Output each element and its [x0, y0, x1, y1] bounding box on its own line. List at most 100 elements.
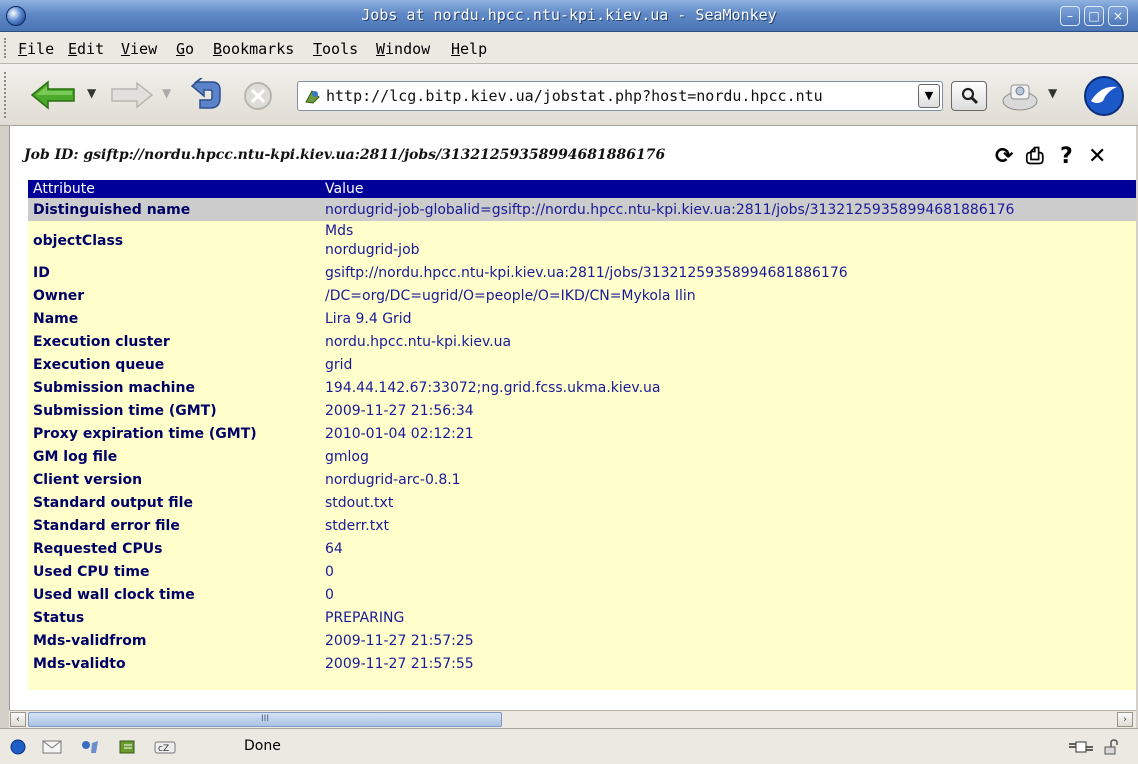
window-title: Jobs at nordu.hpcc.ntu-kpi.kiev.ua - Sea…	[361, 6, 777, 24]
job-attributes-table: Attribute Value Distinguished name nordu…	[28, 180, 1136, 690]
attribute-cell: GM log file	[33, 448, 118, 465]
attribute-cell: Mds-validto	[33, 655, 126, 672]
table-row: Distinguished name nordugrid-job-globali…	[28, 198, 1136, 221]
table-row: Standard error file stderr.txt	[28, 514, 1136, 537]
table-row: Mds-validto 2009-11-27 21:57:55	[28, 652, 1136, 675]
forward-dropdown-icon[interactable]: ▼	[162, 86, 171, 100]
table-header-row: Attribute Value	[28, 180, 1136, 198]
value-cell: 2009-11-27 21:56:34	[325, 402, 474, 419]
close-window-button[interactable]: ×	[1108, 6, 1128, 26]
minimize-button[interactable]: –	[1060, 6, 1080, 26]
print-dropdown-icon[interactable]: ▼	[1048, 86, 1057, 100]
back-arrow-icon[interactable]	[30, 80, 76, 110]
title-bar: Jobs at nordu.hpcc.ntu-kpi.kiev.ua - Sea…	[0, 0, 1138, 32]
menu-help[interactable]: Help	[451, 40, 487, 58]
table-row: Execution cluster nordu.hpcc.ntu-kpi.kiev…	[28, 330, 1136, 353]
help-icon[interactable]: ?	[1060, 145, 1073, 169]
seamonkey-throbber-icon[interactable]	[1083, 75, 1125, 117]
table-row: objectClass Mds nordugrid-job	[28, 221, 1136, 261]
value-cell: 0	[325, 586, 334, 603]
menu-bookmarks[interactable]: Bookmarks	[213, 40, 294, 58]
svg-text:cZ: cZ	[158, 744, 169, 754]
page-content: Job ID: gsiftp://nordu.hpcc.ntu-kpi.kiev…	[9, 126, 1136, 710]
table-row: Owner/DC=org/DC=ugrid/O=people/O=IKD/CN=…	[28, 284, 1136, 307]
table-row: Execution queue grid	[28, 353, 1136, 376]
attribute-cell: Name	[33, 310, 79, 327]
refresh-icon[interactable]: ⟳	[995, 145, 1013, 169]
print-mail-icon[interactable]	[1000, 79, 1040, 113]
attribute-cell: Used CPU time	[33, 563, 150, 580]
value-cell: PREPARING	[325, 609, 405, 626]
close-icon[interactable]: ✕	[1088, 145, 1106, 169]
table-row: Requested CPUs 64	[28, 537, 1136, 560]
irc-chat-icon[interactable]: cZ	[154, 739, 176, 755]
horizontal-scrollbar[interactable]: ‹ III ›	[9, 710, 1136, 728]
value-line: Mds	[325, 223, 354, 239]
job-id-heading: Job ID: gsiftp://nordu.hpcc.ntu-kpi.kiev…	[24, 147, 666, 163]
search-button[interactable]	[951, 81, 987, 111]
scroll-right-button[interactable]: ›	[1117, 712, 1133, 727]
attribute-cell: Submission time (GMT)	[33, 402, 217, 419]
stop-icon[interactable]	[243, 81, 273, 111]
value-cell: 194.44.142.67:33072;ng.grid.fcss.ukma.ki…	[325, 379, 661, 396]
attribute-cell: Requested CPUs	[33, 540, 163, 557]
table-row: Submission time (GMT) 2009-11-27 21:56:34	[28, 399, 1136, 422]
composer-icon[interactable]	[118, 739, 138, 755]
value-line: nordugrid-job	[325, 242, 420, 258]
table-row: Used wall clock time 0	[28, 583, 1136, 606]
attribute-cell: Distinguished name	[28, 198, 320, 221]
online-status-icon[interactable]	[1068, 739, 1094, 755]
url-history-dropdown-icon[interactable]: ▼	[918, 84, 940, 108]
menu-file[interactable]: File	[18, 40, 54, 58]
table-row: ID gsiftp://nordu.hpcc.ntu-kpi.kiev.ua:28…	[28, 261, 1136, 284]
menu-edit[interactable]: Edit	[68, 40, 104, 58]
print-icon[interactable]: ⎙	[1026, 145, 1044, 169]
back-dropdown-icon[interactable]: ▼	[87, 86, 96, 100]
table-row: Used CPU time 0	[28, 560, 1136, 583]
column-header-value: Value	[320, 180, 1136, 198]
toolbar-grip[interactable]	[4, 72, 10, 118]
site-favicon-icon	[305, 90, 320, 104]
table-row: Proxy expiration time (GMT) 2010-01-04 02…	[28, 422, 1136, 445]
value-cell: nordugrid-job-globalid=gsiftp://nordu.hp…	[320, 198, 1136, 221]
scrollbar-thumb[interactable]: III	[28, 712, 502, 727]
value-cell: gsiftp://nordu.hpcc.ntu-kpi.kiev.ua:2811…	[325, 264, 848, 281]
value-cell: /DC=org/DC=ugrid/O=people/O=IKD/CN=Mykol…	[325, 287, 696, 304]
reload-icon[interactable]	[188, 78, 224, 112]
browser-icon[interactable]	[10, 739, 26, 755]
security-lock-icon[interactable]	[1103, 739, 1119, 755]
scroll-left-button[interactable]: ‹	[10, 712, 26, 727]
value-cell: nordu.hpcc.ntu-kpi.kiev.ua	[325, 333, 512, 350]
value-cell: 2010-01-04 02:12:21	[325, 425, 474, 442]
table-row: Submission machine 194.44.142.67:33072;ng…	[28, 376, 1136, 399]
value-cell: stdout.txt	[325, 494, 394, 511]
column-header-attribute: Attribute	[28, 180, 320, 198]
url-bar[interactable]: http://lcg.bitp.kiev.ua/jobstat.php?host…	[297, 81, 943, 111]
value-cell: 0	[325, 563, 334, 580]
forward-arrow-icon[interactable]	[110, 81, 154, 109]
status-bar: cZ Done	[0, 728, 1138, 764]
attribute-cell: Mds-validfrom	[33, 632, 147, 649]
table-row: Mds-validfrom 2009-11-27 21:57:25	[28, 629, 1136, 652]
menu-go[interactable]: Go	[176, 40, 194, 58]
table-row: Name Lira 9.4 Grid	[28, 307, 1136, 330]
navigation-toolbar: ▼ ▼ http://lcg.bitp.kiev.ua/jobstat.php?…	[0, 64, 1138, 126]
table-row: Client version nordugrid-arc-0.8.1	[28, 468, 1136, 491]
table-row: Status PREPARING	[28, 606, 1136, 629]
mail-icon[interactable]	[42, 739, 62, 755]
attribute-cell: Execution cluster	[33, 333, 170, 350]
menu-bar: File Edit View Go Bookmarks Tools Window…	[0, 32, 1138, 64]
address-book-icon[interactable]	[80, 739, 100, 755]
attribute-cell: Client version	[33, 471, 143, 488]
menubar-grip[interactable]	[4, 38, 10, 58]
value-cell: Lira 9.4 Grid	[325, 310, 412, 327]
value-cell: stderr.txt	[325, 517, 389, 534]
menu-view[interactable]: View	[121, 40, 157, 58]
maximize-button[interactable]: □	[1084, 6, 1104, 26]
value-cell: gmlog	[325, 448, 369, 465]
menu-tools[interactable]: Tools	[313, 40, 358, 58]
value-cell: Mds nordugrid-job	[320, 221, 1136, 261]
url-text[interactable]: http://lcg.bitp.kiev.ua/jobstat.php?host…	[326, 87, 912, 105]
menu-window[interactable]: Window	[376, 40, 430, 58]
attribute-cell: Proxy expiration time (GMT)	[33, 425, 257, 442]
